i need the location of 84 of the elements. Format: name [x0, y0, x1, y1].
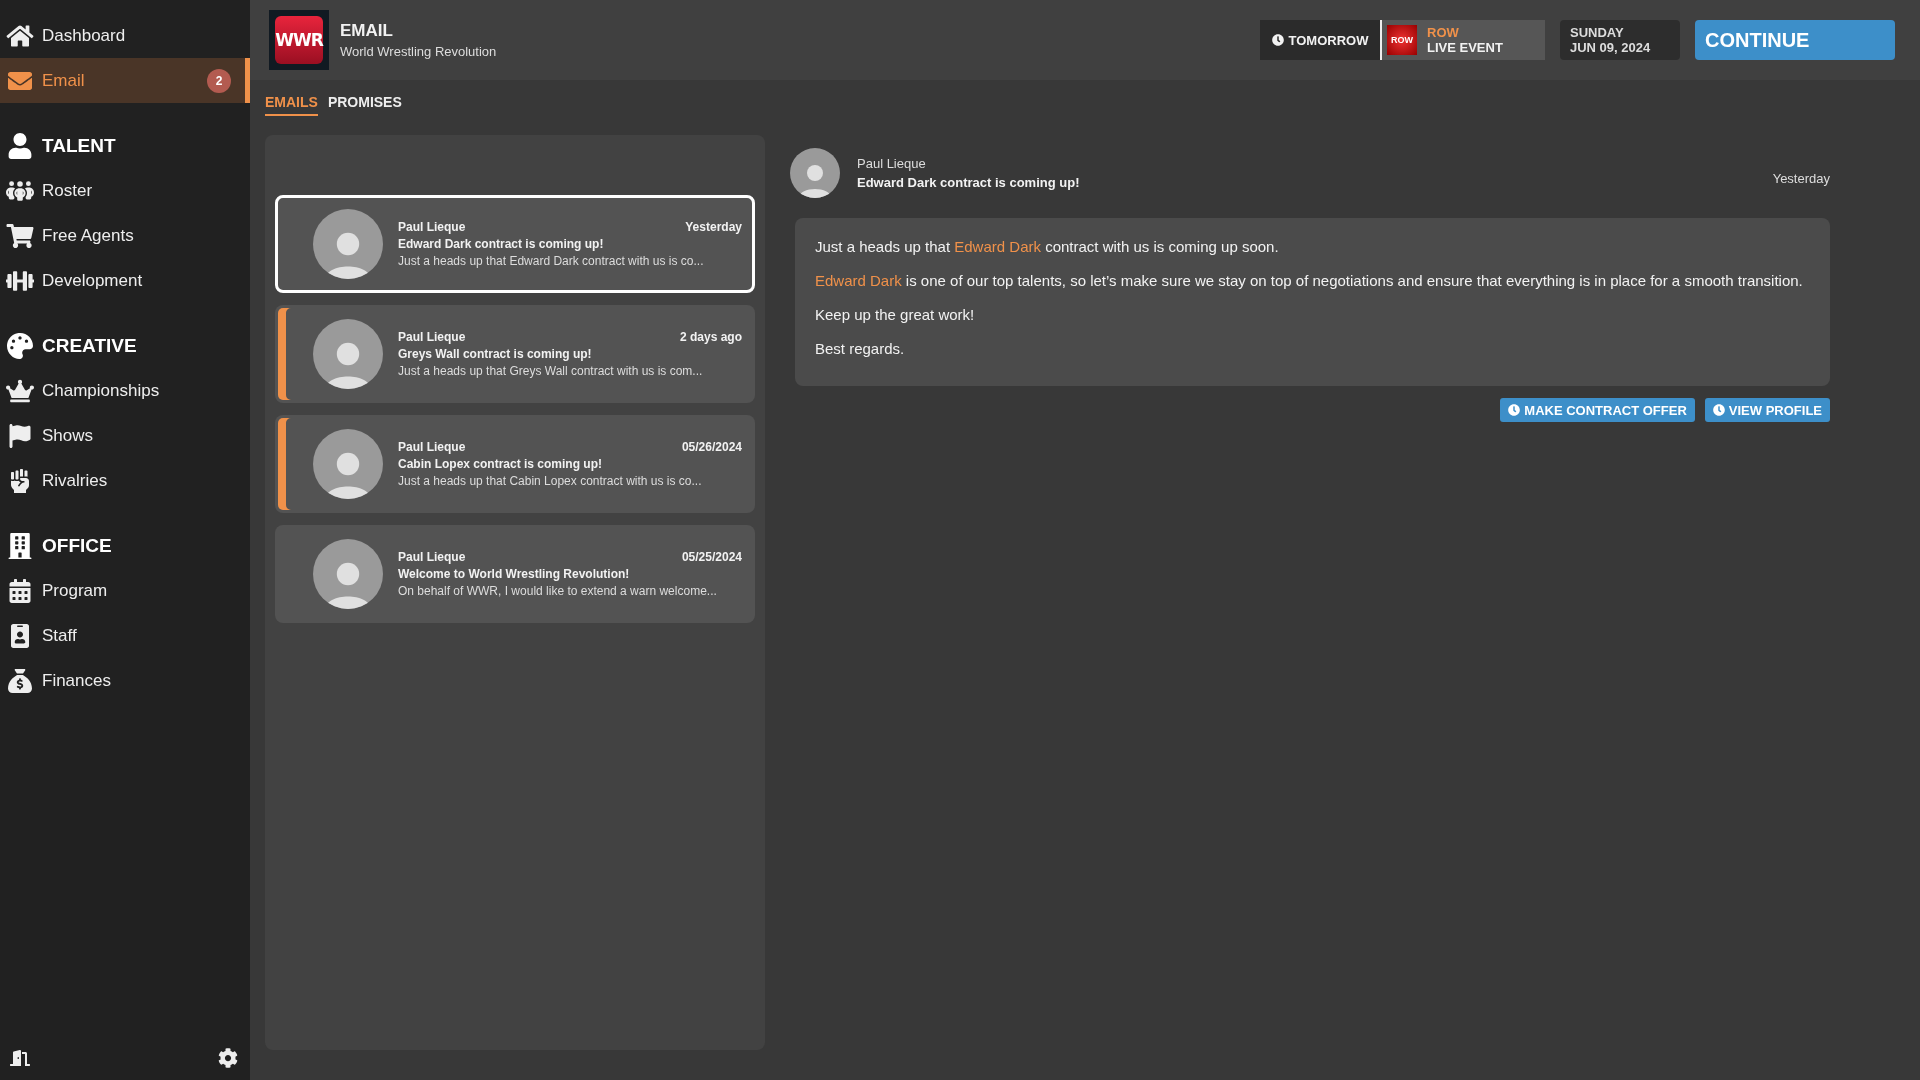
email-date: Yesterday	[685, 220, 742, 234]
section-title: CREATIVE	[42, 334, 137, 357]
date-text: JUN 09, 2024	[1570, 40, 1652, 55]
sidebar-item[interactable]: Rivalries	[0, 458, 250, 503]
sidebar-label: Program	[42, 580, 109, 601]
message-paragraph: Best regards.	[815, 340, 906, 357]
sender-name: Paul Lieque	[398, 330, 466, 344]
flag-icon	[6, 423, 34, 448]
sender-name: Paul Lieque	[857, 156, 927, 171]
action-button[interactable]: MAKE CONTRACT OFFER	[1500, 398, 1695, 422]
person-icon	[6, 132, 34, 159]
email-card[interactable]: Paul Lieque 2 days ago Greys Wall contract is coming up! Just a heads up that Greys Wall contract with us is com...	[275, 305, 755, 403]
email-date: Yesterday	[1772, 171, 1830, 186]
palette-icon	[6, 332, 34, 359]
email-card[interactable]: Paul Lieque 05/26/2024 Cabin Lopex contract is coming up! Just a heads up that Cabin Lopex contract with us is co...	[275, 415, 755, 513]
action-button[interactable]: VIEW PROFILE	[1704, 398, 1830, 422]
sidebar-item[interactable]: Finances	[0, 658, 250, 703]
sidebar-label: Free Agents	[42, 225, 135, 246]
sidebar-item[interactable]: Championships	[0, 368, 250, 413]
sidebar-item[interactable]: Roster	[0, 168, 250, 213]
name-link[interactable]: Edward Dark	[954, 238, 1041, 255]
clock-icon	[1271, 34, 1284, 46]
weekday: SUNDAY	[1570, 25, 1625, 40]
sidebar-label: Staff	[42, 625, 78, 646]
email-date: 2 days ago	[679, 330, 742, 344]
email-subject: Cabin Lopex contract is coming up!	[398, 457, 604, 471]
sidebar-label: Dashboard	[42, 25, 127, 46]
cart-icon	[6, 223, 34, 248]
email-preview: Just a heads up that Cabin Lopex contract with us is co...	[398, 474, 703, 488]
event-logo: ROW	[1387, 25, 1417, 55]
email-subject: Edward Dark contract is coming up!	[398, 237, 605, 251]
sidebar-item[interactable]: Email 2	[0, 58, 250, 103]
building-icon	[6, 532, 34, 559]
sender-name: Paul Lieque	[398, 220, 466, 234]
home-icon	[6, 23, 34, 48]
sidebar-item[interactable]: Shows	[0, 413, 250, 458]
email-subject: Greys Wall contract is coming up!	[398, 347, 593, 361]
email-preview: Just a heads up that Greys Wall contract with us is com...	[398, 364, 704, 378]
section-title: OFFICE	[42, 534, 112, 557]
email-subject: Edward Dark contract is coming up!	[857, 175, 1081, 190]
clock-icon	[1508, 404, 1521, 416]
clock-icon	[1712, 404, 1725, 416]
sender-name: Paul Lieque	[398, 440, 466, 454]
email-card[interactable]: Paul Lieque Yesterday Edward Dark contract is coming up! Just a heads up that Edward Dark contract with us is co...	[275, 195, 755, 293]
event-name: ROW	[1427, 25, 1460, 40]
group-icon	[6, 178, 34, 203]
name-link[interactable]: Edward Dark	[815, 272, 902, 289]
sidebar-item[interactable]: Program	[0, 568, 250, 613]
email-card[interactable]: Paul Lieque 05/25/2024 Welcome to World Wrestling Revolution! On behalf of WWR, I would like to extend a warn welcome...	[275, 525, 755, 623]
sidebar-item[interactable]: Development	[0, 258, 250, 303]
sidebar-item[interactable]: Dashboard	[0, 13, 250, 58]
page-title: EMAIL	[340, 21, 394, 41]
message-paragraph: Edward Dark is one of our top talents, so let’s make sure we stay on top of negotiations and ensure that everything is in place for a smooth transition.	[815, 272, 1804, 289]
money-bag-icon	[6, 668, 34, 693]
logo-text: WWR	[275, 16, 323, 64]
page-subtitle: World Wrestling Revolution	[340, 44, 497, 59]
count-badge: 2	[207, 68, 231, 93]
section-title: TALENT	[42, 134, 116, 157]
sidebar-item[interactable]: Staff	[0, 613, 250, 658]
event-type: LIVE EVENT	[1427, 40, 1503, 55]
message-paragraph: Just a heads up that Edward Dark contract with us is coming up soon.	[815, 238, 1280, 255]
email-date: 05/25/2024	[681, 550, 742, 564]
sidebar-label: Rivalries	[42, 470, 109, 491]
sidebar-label: Finances	[42, 670, 112, 691]
tab[interactable]: EMAILS	[265, 94, 318, 116]
email-preview: On behalf of WWR, I would like to extend a warn welcome...	[398, 584, 718, 598]
sidebar-label: Email	[42, 70, 86, 91]
time-label: TOMORROW	[1288, 32, 1369, 48]
message-paragraph: Keep up the great work!	[815, 306, 976, 323]
crown-icon	[6, 378, 34, 403]
sidebar-label: Development	[42, 270, 144, 291]
email-date: 05/26/2024	[681, 440, 742, 454]
door-icon[interactable]	[10, 1048, 30, 1068]
dumbbell-icon	[6, 268, 34, 293]
continue-button[interactable]: CONTINUE	[1695, 20, 1895, 60]
sender-name: Paul Lieque	[398, 550, 466, 564]
email-subject: Welcome to World Wrestling Revolution!	[398, 567, 631, 581]
sidebar-label: Shows	[42, 425, 95, 446]
sidebar-label: Championships	[42, 380, 161, 401]
email-preview: Just a heads up that Edward Dark contract with us is co...	[398, 254, 705, 268]
settings-icon[interactable]	[218, 1048, 238, 1068]
tab[interactable]: PROMISES	[327, 94, 402, 116]
sidebar-item[interactable]: Free Agents	[0, 213, 250, 258]
sidebar-label: Roster	[42, 180, 94, 201]
